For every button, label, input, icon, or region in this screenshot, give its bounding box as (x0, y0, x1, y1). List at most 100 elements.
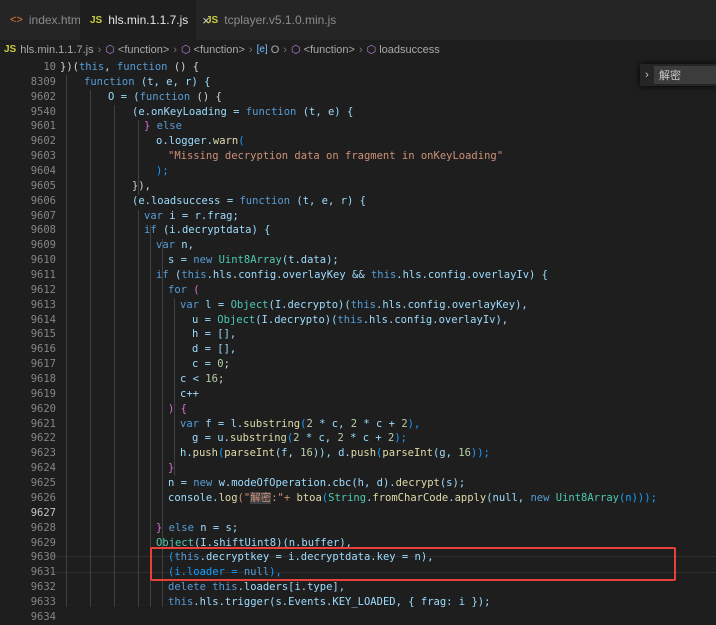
chevron-right-icon: › (97, 43, 102, 56)
line-number: 9601 (30, 120, 56, 133)
code-line: h.push(parseInt(f, 16)), d.push(parseInt… (180, 447, 490, 460)
line-number: 9602 (30, 135, 56, 148)
line-number: 8309 (30, 75, 56, 88)
function-cube-icon: ⬡ (105, 44, 115, 56)
tab-hls-min-js[interactable]: JS hls.min.1.1.7.js × (80, 0, 210, 40)
code-line: if (this.hls.config.overlayKey && this.h… (156, 269, 548, 282)
code-line: d = [], (192, 343, 237, 356)
code-line: c = 0; (192, 358, 230, 371)
search-match: 解密 (250, 491, 272, 504)
breadcrumb: JS hls.min.1.1.7.js › ⬡ <function> › ⬡ <… (0, 40, 716, 59)
line-number: 9540 (30, 105, 56, 118)
code-line: var i = r.frag; (144, 209, 239, 222)
code-line: ); (156, 165, 169, 178)
line-number: 9621 (30, 417, 56, 430)
tab-label: tcplayer.v5.1.0.min.js (224, 13, 337, 27)
chevron-right-icon: › (173, 43, 177, 56)
line-number: 9608 (30, 224, 56, 237)
code-line: for ( (168, 283, 200, 296)
code-line: c++ (180, 387, 199, 400)
code-line: this.hls.trigger(s.Events.KEY_LOADED, { … (168, 595, 491, 608)
highlight-box (150, 547, 676, 581)
js-file-icon: JS (4, 44, 17, 55)
tab-tcplayer-js[interactable]: JS tcplayer.v5.1.0.min.js (196, 0, 356, 40)
breadcrumb-item[interactable]: loadsuccess (379, 44, 440, 56)
line-number: 9634 (30, 610, 56, 623)
code-line: } (168, 462, 175, 475)
line-number: 9606 (30, 194, 56, 207)
line-number: 9622 (30, 432, 56, 445)
code-line: delete this.loaders[i.type], (168, 581, 346, 594)
line-number: 9633 (30, 595, 56, 608)
code-line: o.logger.warn( (156, 135, 245, 148)
breadcrumb-item[interactable]: O (271, 44, 280, 56)
code-line: c < 16; (180, 373, 225, 386)
line-number: 9609 (30, 239, 56, 252)
line-number: 9618 (30, 373, 56, 386)
breadcrumb-item[interactable]: <function> (304, 44, 355, 56)
js-file-icon: JS (90, 14, 103, 26)
breadcrumb-file[interactable]: hls.min.1.1.7.js (20, 44, 93, 56)
code-line: } else n = s; (156, 521, 239, 534)
find-widget: › (640, 64, 716, 86)
line-number: 9616 (30, 343, 56, 356)
code-line: } else (144, 120, 182, 133)
breadcrumb-item[interactable]: <function> (194, 44, 245, 56)
find-input[interactable] (654, 66, 716, 84)
line-number: 9614 (30, 313, 56, 326)
line-number: 9607 (30, 209, 56, 222)
line-number: 9610 (30, 254, 56, 267)
code-line: O = (function () { (108, 90, 222, 103)
line-number: 9615 (30, 328, 56, 341)
breadcrumb-item[interactable]: <function> (118, 44, 169, 56)
code-lines: })(this, function () { function (t, e, r… (60, 60, 716, 610)
line-number: 9625 (30, 477, 56, 490)
chevron-right-icon: › (358, 43, 363, 56)
line-number: 9605 (30, 179, 56, 192)
line-number: 9613 (30, 298, 56, 311)
code-line: var l = Object(I.decrypto)(this.hls.conf… (180, 298, 528, 311)
code-line: g = u.substring(2 * c, 2 * c + 2); (192, 432, 408, 445)
line-number: 9624 (30, 462, 56, 475)
code-editor[interactable]: 10 8309 9602 9540 9601 9602 9603 9604 9605 9606 96… (0, 60, 716, 623)
function-cube-icon: ⬡ (366, 44, 377, 56)
code-line: (e.onKeyLoading = function (t, e) { (132, 105, 354, 118)
line-number: 9628 (30, 521, 56, 534)
line-number: 9617 (30, 358, 56, 371)
chevron-right-icon[interactable]: › (640, 69, 654, 81)
line-number: 9611 (30, 269, 56, 282)
js-file-icon: JS (206, 14, 219, 26)
line-number: 9604 (30, 165, 56, 178)
chevron-right-icon: › (283, 43, 287, 56)
line-number: 9603 (30, 150, 56, 163)
line-number: 9630 (30, 551, 56, 564)
code-line: h = [], (192, 328, 237, 341)
tab-index-html[interactable]: <> index.html (0, 0, 84, 40)
code-line: })(this, function () { (60, 61, 200, 73)
code-line: u = Object(I.decrypto)(this.hls.config.o… (192, 313, 509, 326)
line-number: 9623 (30, 447, 56, 460)
tab-label: hls.min.1.1.7.js (108, 13, 189, 27)
variable-icon: [e] (256, 44, 268, 55)
code-line: n = new w.modeOfOperation.cbc(h, d).decr… (168, 477, 466, 490)
code-line: console.log("解密:"+ btoa(String.fromCharC… (168, 491, 657, 504)
code-line: "Missing decryption data on fragment in … (168, 150, 504, 163)
chevron-right-icon: › (248, 43, 253, 56)
line-number: 9631 (30, 566, 56, 579)
tab-label: index.html (28, 13, 84, 27)
code-line: s = new Uint8Array(t.data); (168, 254, 339, 267)
line-number: 9629 (30, 536, 56, 549)
code-line: var f = l.substring(2 * c, 2 * c + 2), (180, 417, 421, 430)
function-cube-icon: ⬡ (290, 44, 301, 56)
line-number: 9632 (30, 581, 56, 594)
code-line: }), (132, 179, 151, 192)
line-number: 10 (43, 61, 56, 73)
html-file-icon: <> (10, 14, 23, 26)
code-line: (e.loadsuccess = function (t, e, r) { (132, 194, 366, 207)
code-line: if (i.decryptdata) { (144, 224, 271, 237)
line-number: 9620 (30, 402, 56, 415)
tab-bar: <> index.html JS hls.min.1.1.7.js × JS t… (0, 0, 716, 40)
line-number-gutter: 10 8309 9602 9540 9601 9602 9603 9604 9605 9606 96… (0, 60, 60, 625)
function-cube-icon: ⬡ (180, 44, 191, 56)
